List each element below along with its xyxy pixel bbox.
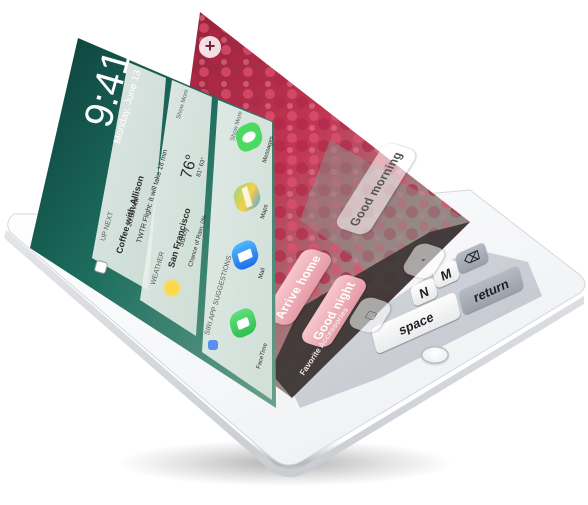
app-showcase: N M ⌫ return space + Good morning Arrive…: [0, 0, 588, 505]
siri-suggestions-icon: [208, 340, 218, 350]
maps-icon: [241, 186, 253, 208]
mail-icon: [237, 247, 253, 263]
facetime-icon: [236, 316, 250, 330]
sun-icon: [162, 278, 182, 298]
messages-icon: [241, 129, 257, 145]
